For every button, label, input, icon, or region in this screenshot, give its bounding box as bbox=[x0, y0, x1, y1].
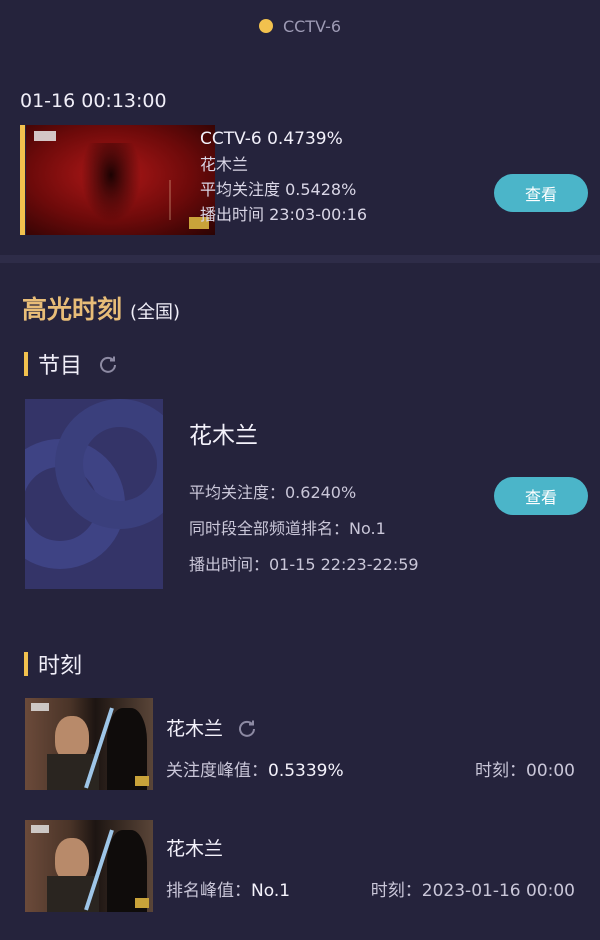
channel-logo bbox=[31, 825, 49, 833]
record-program-title: 花木兰 bbox=[200, 155, 249, 174]
thumbnail-figure bbox=[81, 143, 141, 223]
moment-section-label: 时刻 bbox=[38, 654, 83, 679]
moment-metric-label: 关注度峰值： bbox=[166, 761, 268, 781]
thumbnail-badge bbox=[135, 776, 149, 786]
record-info: CCTV-6 0.4739% 花木兰 平均关注度 0.5428% 播出时间 23… bbox=[200, 127, 367, 227]
moment-title-row: 花木兰 bbox=[166, 834, 223, 861]
record-card[interactable]: CCTV-6 0.4739% 花木兰 平均关注度 0.5428% 播出时间 23… bbox=[20, 125, 580, 235]
program-section-header: 节目 bbox=[24, 348, 118, 380]
program-section-label: 节目 bbox=[38, 354, 83, 379]
section-accent-bar bbox=[24, 652, 28, 676]
highlights-scope: (全国) bbox=[130, 302, 181, 323]
program-avg-attention: 平均关注度：0.6240% bbox=[189, 483, 357, 502]
page: CCTV-6 01-16 00:13:00 CCTV-6 0.4739% 花木兰… bbox=[0, 0, 600, 940]
record-timestamp: 01-16 00:13:00 bbox=[20, 90, 167, 112]
highlights-header: 高光时刻 (全国) bbox=[22, 290, 180, 326]
moment-time: 时刻：2023-01-16 00:00 bbox=[370, 881, 575, 901]
thumbnail-caption bbox=[169, 180, 199, 220]
refresh-icon[interactable] bbox=[98, 354, 118, 374]
program-rank: 同时段全部频道排名：No.1 bbox=[189, 519, 386, 538]
moment-metric-label: 排名峰值： bbox=[166, 881, 251, 901]
channel-legend: CCTV-6 bbox=[0, 14, 600, 38]
moment-metric: 排名峰值：No.1 bbox=[166, 876, 290, 901]
moment-metric: 关注度峰值：0.5339% bbox=[166, 756, 344, 781]
moment-metric-value: 0.5339% bbox=[268, 761, 344, 781]
section-accent-bar bbox=[24, 352, 28, 376]
refresh-icon[interactable] bbox=[237, 718, 257, 738]
record-air-time: 播出时间 23:03-00:16 bbox=[200, 205, 368, 224]
moment-thumbnail[interactable] bbox=[25, 698, 153, 790]
moment-title-row: 花木兰 bbox=[166, 714, 257, 741]
record-avg-attention: 平均关注度 0.5428% bbox=[200, 180, 357, 199]
section-divider bbox=[0, 255, 600, 263]
moment-title: 花木兰 bbox=[166, 838, 224, 860]
moment-time: 时刻：00:00 bbox=[475, 761, 575, 781]
record-accent-bar bbox=[20, 125, 25, 235]
legend-label: CCTV-6 bbox=[282, 16, 342, 36]
legend-dot-icon bbox=[258, 19, 273, 33]
moment-metric-value: No.1 bbox=[251, 881, 291, 901]
record-view-button[interactable]: 查看 bbox=[494, 174, 588, 212]
thumbnail-badge bbox=[135, 898, 149, 908]
program-poster[interactable] bbox=[25, 399, 163, 589]
program-air-time: 播出时间：01-15 22:23-22:59 bbox=[189, 555, 419, 574]
program-view-button[interactable]: 查看 bbox=[494, 477, 588, 515]
record-thumbnail[interactable] bbox=[26, 125, 215, 235]
record-channel-share: CCTV-6 0.4739% bbox=[200, 129, 343, 149]
channel-logo bbox=[31, 703, 49, 711]
moment-title: 花木兰 bbox=[166, 718, 224, 740]
highlights-title: 高光时刻 bbox=[22, 295, 123, 324]
channel-logo bbox=[34, 131, 56, 141]
moment-section-header: 时刻 bbox=[24, 648, 82, 680]
moment-thumbnail[interactable] bbox=[25, 820, 153, 912]
program-title: 花木兰 bbox=[189, 423, 258, 449]
